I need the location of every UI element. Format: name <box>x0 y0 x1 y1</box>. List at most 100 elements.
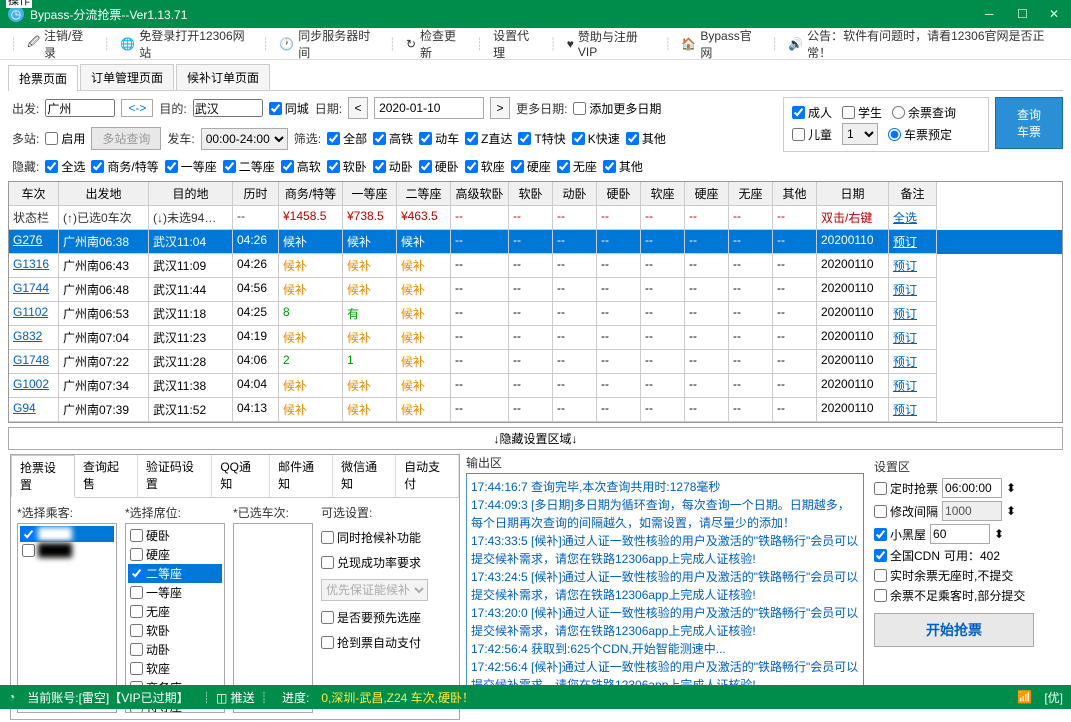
bottom-tab[interactable]: 自动支付 <box>396 455 459 497</box>
priority-select[interactable]: 优先保证能候补 <box>321 579 428 601</box>
from-input[interactable] <box>45 99 115 117</box>
seat-item[interactable]: 软卧 <box>128 621 222 640</box>
check-update-button[interactable]: ↻ 检查更新 <box>402 25 470 63</box>
child-count-select[interactable]: 1 <box>842 123 878 145</box>
realtime-checkbox[interactable]: 实时余票无座时,不提交 <box>874 567 1013 584</box>
bottom-tab[interactable]: 验证码设置 <box>138 455 212 497</box>
table-row[interactable]: G1748广州南07:22武汉11:2804:0621候补-----------… <box>9 350 1062 374</box>
table-header[interactable]: 高级软卧 <box>451 182 509 206</box>
multi-query-button[interactable]: 多站查询 <box>91 127 161 150</box>
seat-item[interactable]: 二等座 <box>128 564 222 583</box>
open-12306-button[interactable]: 🌐 免登录打开12306网站 <box>116 25 256 63</box>
table-header[interactable]: 软卧 <box>509 182 553 206</box>
maximize-icon[interactable]: ☐ <box>1017 7 1031 21</box>
table-header[interactable]: 硬座 <box>685 182 729 206</box>
table-header[interactable]: 一等座 <box>343 182 397 206</box>
hide-yw[interactable]: 硬卧 <box>419 158 459 175</box>
push-label[interactable]: 推送 <box>231 691 255 705</box>
adult-checkbox[interactable]: 成人 <box>792 104 832 121</box>
minimize-icon[interactable]: ─ <box>985 7 999 21</box>
interval-input[interactable] <box>942 501 1002 521</box>
insufficient-checkbox[interactable]: 余票不足乘客时,部分提交 <box>874 587 1025 604</box>
filter-dongche[interactable]: 动车 <box>419 130 459 147</box>
hide-rw[interactable]: 软卧 <box>327 158 367 175</box>
bottom-tab[interactable]: 微信通知 <box>333 455 396 497</box>
table-header[interactable]: 软座 <box>641 182 685 206</box>
table-row[interactable]: G276广州南06:38武汉11:0404:26候补候补候补----------… <box>9 230 1062 254</box>
seat-item[interactable]: 动卧 <box>128 640 222 659</box>
filter-z[interactable]: Z直达 <box>465 130 512 147</box>
filter-all[interactable]: 全部 <box>327 130 367 147</box>
table-header[interactable]: 历时 <box>233 182 279 206</box>
official-button[interactable]: 🏠 Bypass官网 <box>677 25 765 63</box>
sync-time-button[interactable]: 🕐 同步服务器时间 <box>275 25 382 63</box>
tab-orders[interactable]: 订单管理页面 <box>80 64 174 90</box>
blackroom-input[interactable] <box>930 524 990 544</box>
table-header[interactable]: 备注 <box>889 182 937 206</box>
more-date-checkbox[interactable]: 添加更多日期 <box>573 100 661 117</box>
passenger-item[interactable]: ████ <box>20 542 114 558</box>
table-row[interactable]: G1002广州南07:34武汉11:3804:04候补候补候补---------… <box>9 374 1062 398</box>
hide-yz[interactable]: 硬座 <box>511 158 551 175</box>
filter-gaotie[interactable]: 高铁 <box>373 130 413 147</box>
table-header[interactable]: 出发地 <box>59 182 149 206</box>
filter-t[interactable]: T特快 <box>518 130 565 147</box>
table-header[interactable]: 商务/特等 <box>279 182 343 206</box>
table-header[interactable]: 动卧 <box>553 182 597 206</box>
table-row[interactable]: G1316广州南06:43武汉11:0904:26候补候补候补---------… <box>9 254 1062 278</box>
table-header[interactable]: 目的地 <box>149 182 233 206</box>
proxy-button[interactable]: 设置代理 <box>489 25 543 63</box>
child-checkbox[interactable]: 儿童 <box>792 126 832 143</box>
table-row[interactable]: G832广州南07:04武汉11:2304:19候补候补候补----------… <box>9 326 1062 350</box>
filter-other[interactable]: 其他 <box>626 130 666 147</box>
to-input[interactable] <box>193 99 263 117</box>
hide-ed[interactable]: 二等座 <box>223 158 275 175</box>
opt-cg[interactable]: 兑现成功率要求 <box>321 554 428 571</box>
table-row[interactable]: G94广州南07:39武汉11:5204:13候补候补候补-----------… <box>9 398 1062 422</box>
start-grab-button[interactable]: 开始抢票 <box>874 613 1034 647</box>
seat-item[interactable]: 一等座 <box>128 583 222 602</box>
table-header[interactable]: 硬卧 <box>597 182 641 206</box>
hide-yd[interactable]: 一等座 <box>165 158 217 175</box>
seat-item[interactable]: 硬座 <box>128 545 222 564</box>
timer-input[interactable] <box>942 478 1002 498</box>
seat-item[interactable]: 硬卧 <box>128 526 222 545</box>
opt-preselect[interactable]: 是否要预先选座 <box>321 609 428 626</box>
filter-k[interactable]: K快速 <box>572 130 620 147</box>
bottom-tab[interactable]: QQ通知 <box>212 455 270 497</box>
table-row[interactable]: G1102广州南06:53武汉11:1804:258有候补-----------… <box>9 302 1062 326</box>
book-radio[interactable]: 车票预定 <box>888 126 952 143</box>
tab-waitlist[interactable]: 候补订单页面 <box>176 64 270 90</box>
hide-all[interactable]: 全选 <box>45 158 85 175</box>
hide-settings-toggle[interactable]: ↓隐藏设置区域↓ <box>8 427 1063 450</box>
enable-checkbox[interactable]: 启用 <box>45 130 85 147</box>
bottom-tab[interactable]: 抢票设置 <box>11 455 75 498</box>
table-header[interactable]: 车次 <box>9 182 59 206</box>
seat-item[interactable]: 无座 <box>128 602 222 621</box>
hide-rz[interactable]: 软座 <box>465 158 505 175</box>
student-checkbox[interactable]: 学生 <box>842 104 882 121</box>
opt-autopay[interactable]: 抢到票自动支付 <box>321 634 428 651</box>
login-button[interactable]: 🖉 注销/登录 <box>23 25 97 63</box>
close-icon[interactable]: ✕ <box>1049 7 1063 21</box>
date-input[interactable] <box>374 97 484 119</box>
blackroom-checkbox[interactable]: 小黑屋 <box>874 526 926 543</box>
table-header[interactable]: 无座 <box>729 182 773 206</box>
tab-grab[interactable]: 抢票页面 <box>8 65 78 91</box>
table-header[interactable]: 二等座 <box>397 182 451 206</box>
hide-dw[interactable]: 动卧 <box>373 158 413 175</box>
passenger-item[interactable]: ████ <box>20 526 114 542</box>
hide-wz[interactable]: 无座 <box>557 158 597 175</box>
time-range-select[interactable]: 00:00-24:00 <box>201 128 288 150</box>
bottom-tab[interactable]: 查询起售 <box>75 455 138 497</box>
table-header[interactable]: 日期 <box>817 182 889 206</box>
timer-checkbox[interactable]: 定时抢票 <box>874 480 938 497</box>
table-header[interactable]: 其他 <box>773 182 817 206</box>
hide-qt[interactable]: 其他 <box>603 158 643 175</box>
opt-hb[interactable]: 同时抢候补功能 <box>321 529 428 546</box>
query-tickets-button[interactable]: 查询车票 <box>995 97 1063 149</box>
interval-checkbox[interactable]: 修改间隔 <box>874 503 938 520</box>
bottom-tab[interactable]: 邮件通知 <box>270 455 333 497</box>
table-row[interactable]: G1744广州南06:48武汉11:4404:56候补候补候补---------… <box>9 278 1062 302</box>
hide-sw[interactable]: 商务/特等 <box>91 158 158 175</box>
